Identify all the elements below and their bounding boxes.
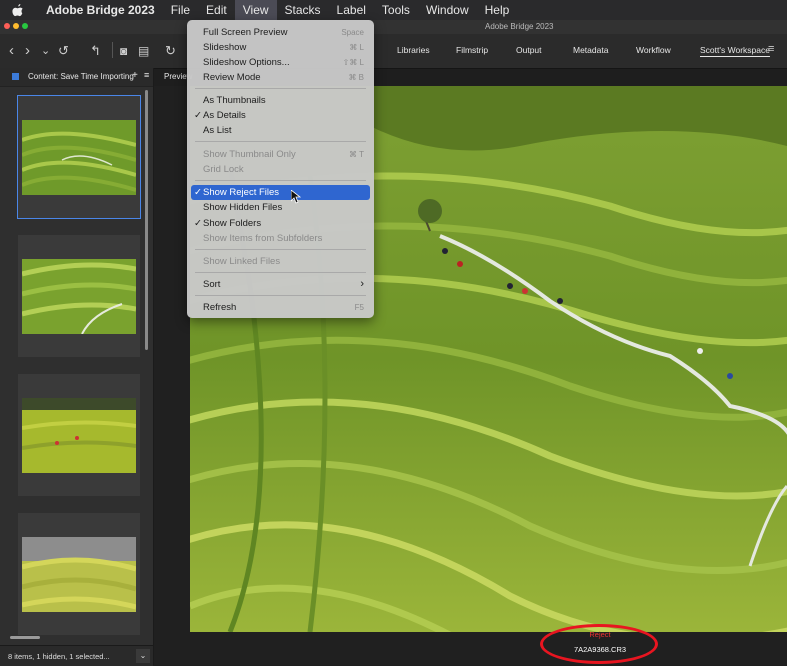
menu-item-show-reject-files[interactable]: ✓ Show Reject Files [191, 185, 370, 200]
workspace-scotts[interactable]: Scott's Workspace [700, 45, 770, 55]
forward-icon[interactable]: › [25, 43, 30, 59]
thumbnail-image [22, 120, 136, 195]
menu-tools[interactable]: Tools [374, 0, 418, 20]
chevron-down-icon[interactable]: ⌄ [41, 43, 50, 59]
menu-separator [195, 180, 366, 181]
close-window-button[interactable] [4, 23, 10, 29]
menu-item-slideshow-options[interactable]: Slideshow Options... ⇧⌘ L [191, 55, 370, 70]
mouse-cursor-icon [291, 190, 301, 204]
annotation-circle [540, 624, 658, 664]
menu-item-show-thumbnail-only: Show Thumbnail Only ⌘ T [203, 149, 364, 160]
toolbar: ‹ › ⌄ ↺ ↰ ◙ ▤ ↻ Libraries Filmstrip Outp… [0, 34, 787, 69]
workspace-workflow[interactable]: Workflow [636, 45, 671, 55]
menu-item-refresh[interactable]: Refresh F5 [191, 300, 370, 315]
camera-icon[interactable]: ◙ [120, 43, 127, 59]
menu-item-show-linked-files: Show Linked Files [203, 256, 281, 267]
horizontal-scrollbar[interactable] [10, 636, 40, 639]
menu-item-show-hidden-files[interactable]: Show Hidden Files [191, 200, 370, 215]
content-panel-tab[interactable]: Content: Save Time Importing + ≡ [0, 68, 153, 87]
menu-help[interactable]: Help [477, 0, 518, 20]
menu-label[interactable]: Label [329, 0, 374, 20]
menu-item-as-thumbnails[interactable]: As Thumbnails [191, 93, 370, 108]
panel-color-icon [12, 73, 19, 80]
menu-item-sort[interactable]: Sort › [191, 277, 370, 292]
menu-separator [195, 249, 366, 250]
status-bar: 8 items, 1 hidden, 1 selected... ⌄ [0, 645, 153, 666]
menu-item-review-mode[interactable]: Review Mode ⌘ B [191, 70, 370, 85]
menu-file[interactable]: File [163, 0, 198, 20]
apple-logo-icon[interactable] [12, 3, 24, 17]
menu-stacks[interactable]: Stacks [277, 0, 329, 20]
menu-item-slideshow[interactable]: Slideshow ⌘ L [191, 40, 370, 55]
vertical-scrollbar[interactable] [145, 90, 148, 350]
checkmark-icon: ✓ [194, 218, 202, 229]
mac-menu-bar: Adobe Bridge 2023 File Edit View Stacks … [0, 0, 787, 20]
menu-item-as-details[interactable]: ✓ As Details [191, 108, 370, 123]
menu-edit[interactable]: Edit [198, 0, 235, 20]
workspace-filmstrip[interactable]: Filmstrip [456, 45, 488, 55]
refine-icon[interactable]: ▤ [138, 43, 149, 59]
thumbnail-image [22, 537, 136, 612]
content-panel: Content: Save Time Importing + ≡ 8 items… [0, 68, 154, 666]
thumbnail-image [22, 398, 136, 473]
menu-item-full-screen-preview[interactable]: Full Screen Preview Space [191, 25, 370, 40]
menu-item-show-folders[interactable]: ✓ Show Folders [191, 216, 370, 231]
boomerang-icon[interactable]: ↰ [90, 43, 101, 59]
menu-window[interactable]: Window [418, 0, 477, 20]
menu-separator [195, 88, 366, 89]
window-title: Adobe Bridge 2023 [485, 22, 554, 31]
view-dropdown-menu: Full Screen Preview Space Slideshow ⌘ L Sl… [187, 20, 374, 318]
window-controls [4, 23, 28, 29]
menu-separator [195, 272, 366, 273]
status-text: 8 items, 1 hidden, 1 selected... [8, 652, 110, 661]
rotate-icon[interactable]: ↻ [165, 43, 176, 59]
menu-view[interactable]: View [234, 0, 277, 20]
menu-item-show-items-from-subfolders: Show Items from Subfolders [203, 233, 323, 244]
minimize-window-button[interactable] [13, 23, 19, 29]
checkmark-icon: ✓ [194, 187, 202, 198]
window-title-bar: Adobe Bridge 2023 [0, 20, 787, 34]
menu-item-as-list[interactable]: As List [191, 123, 370, 138]
zoom-window-button[interactable] [22, 23, 28, 29]
recent-icon[interactable]: ↺ [58, 43, 69, 59]
workspace-output[interactable]: Output [516, 45, 542, 55]
thumbnail-image [22, 259, 136, 334]
app-menu[interactable]: Adobe Bridge 2023 [38, 0, 163, 20]
panel-menu-icon[interactable]: ≡ [144, 70, 149, 80]
menu-item-grid-lock: Grid Lock [203, 164, 244, 175]
workspace-libraries[interactable]: Libraries [397, 45, 430, 55]
add-tab-icon[interactable]: + [132, 70, 138, 81]
menu-separator [195, 295, 366, 296]
chevron-down-icon[interactable]: ⌄ [136, 649, 150, 663]
back-icon[interactable]: ‹ [9, 43, 14, 59]
thumbnail-1[interactable] [17, 95, 141, 219]
content-panel-title: Content: Save Time Importing [28, 72, 134, 81]
toolbar-divider [112, 42, 113, 58]
workspace-menu-icon[interactable]: ≡ [768, 43, 774, 55]
menu-separator [195, 141, 366, 142]
thumbnail-4[interactable] [18, 513, 140, 635]
thumbnail-3[interactable] [18, 374, 140, 496]
chevron-right-icon: › [360, 278, 364, 290]
thumbnail-2[interactable] [18, 235, 140, 357]
workspace-metadata[interactable]: Metadata [573, 45, 608, 55]
checkmark-icon: ✓ [194, 110, 202, 121]
